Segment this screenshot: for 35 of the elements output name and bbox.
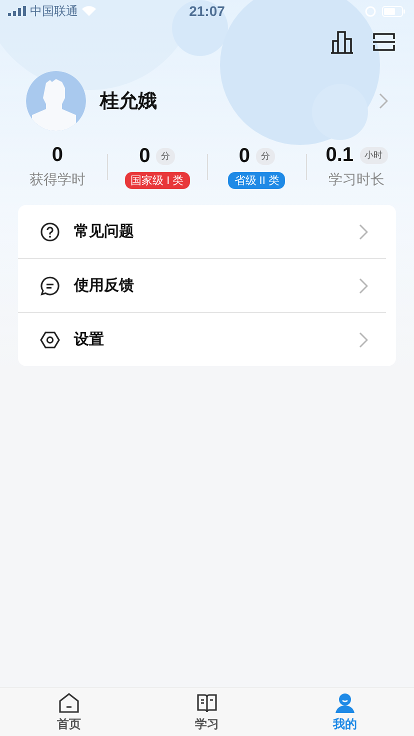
stat-value: 0 (52, 144, 63, 167)
clock-time: 21:07 (189, 3, 225, 19)
user-name: 桂允娥 (100, 90, 158, 114)
bar-chart-icon[interactable] (330, 30, 354, 54)
unit-tag: 小时 (360, 147, 388, 164)
stat-label: 获得学时 (29, 171, 86, 189)
orientation-lock-icon (365, 6, 376, 16)
menu-item[interactable]: 常见问题 (18, 205, 386, 259)
nav-tab[interactable]: 学习 (138, 688, 276, 736)
nav-tab[interactable]: 首页 (0, 688, 138, 736)
chat-icon (40, 276, 60, 296)
menu-item[interactable]: 使用反馈 (18, 259, 386, 313)
stat-label: 学习时长 (328, 171, 385, 189)
person-icon (334, 692, 356, 714)
unit-tag: 分 (156, 148, 176, 164)
carrier-name: 中国联通 (30, 2, 78, 20)
menu-item[interactable]: 设置 (18, 313, 386, 366)
stat-value: 0 (238, 144, 250, 168)
chevron-icon (379, 93, 388, 109)
level-badge: 省级 II 类 (228, 172, 286, 188)
chevron-icon (359, 332, 368, 348)
home-icon (58, 692, 80, 714)
settings-icon (40, 330, 60, 350)
unit-tag: 分 (256, 148, 275, 164)
stat-value: 0 (139, 144, 150, 168)
chevron-icon (359, 224, 368, 240)
signal-icon (8, 6, 26, 16)
chevron-icon (359, 278, 368, 294)
scan-icon[interactable] (372, 30, 396, 54)
level-badge: 国家级 I 类 (124, 172, 190, 188)
book-icon (196, 692, 218, 714)
wifi-icon (82, 6, 96, 16)
question-icon (40, 222, 60, 242)
battery-icon (382, 6, 406, 16)
stat-value: 0.1 (326, 144, 354, 167)
